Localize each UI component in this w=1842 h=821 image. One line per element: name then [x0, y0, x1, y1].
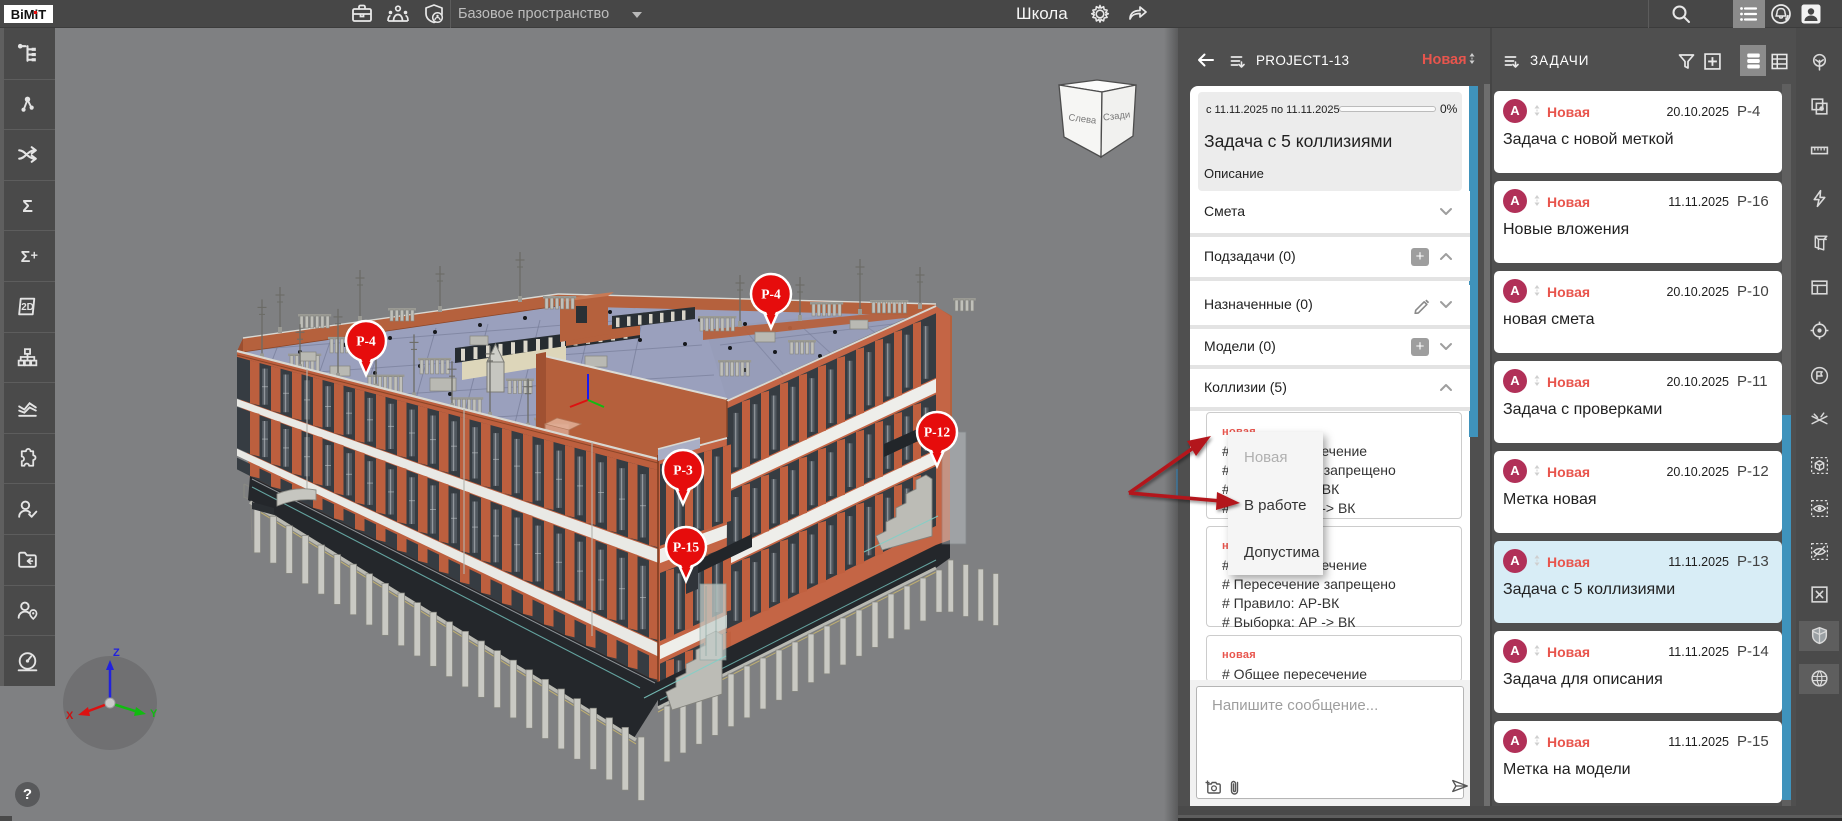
svg-text:Σ: Σ: [22, 196, 33, 216]
svg-text:P-3: P-3: [673, 463, 693, 478]
svg-text:Σ: Σ: [21, 248, 31, 266]
svg-text:Z: Z: [113, 647, 120, 659]
svg-text:X: X: [66, 710, 74, 722]
svg-text:P-12: P-12: [924, 425, 950, 440]
svg-text:P-15: P-15: [673, 540, 699, 555]
svg-text:+: +: [31, 249, 38, 263]
svg-text:P-4: P-4: [356, 334, 376, 349]
svg-text:Y: Y: [150, 708, 158, 720]
svg-text:2D: 2D: [21, 302, 34, 313]
svg-text:P-4: P-4: [761, 287, 781, 302]
